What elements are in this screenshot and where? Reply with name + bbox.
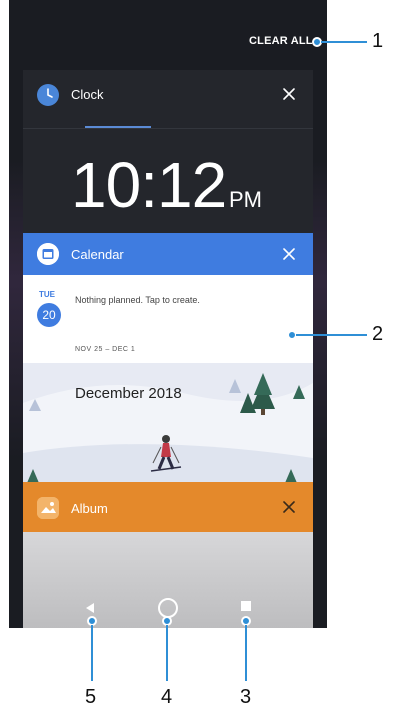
recent-apps-icon[interactable] xyxy=(241,601,251,611)
close-icon[interactable] xyxy=(279,84,299,104)
calendar-nothing-planned[interactable]: Nothing planned. Tap to create. xyxy=(75,295,200,305)
close-icon[interactable] xyxy=(279,244,299,264)
phone-screen: CLEAR ALL Clock 10:12 PM Calendar TUE 20… xyxy=(9,0,327,628)
calendar-card-title: Calendar xyxy=(71,247,124,262)
clock-icon xyxy=(37,84,59,106)
clock-tab-indicator xyxy=(85,126,151,128)
clock-app-card[interactable]: Clock 10:12 PM xyxy=(23,70,313,236)
clear-all-button[interactable]: CLEAR ALL xyxy=(249,35,313,47)
calendar-month-illustration xyxy=(23,363,313,485)
calendar-app-card[interactable]: Calendar TUE 20 Nothing planned. Tap to … xyxy=(23,233,313,485)
calendar-icon xyxy=(37,243,59,265)
clock-tab-divider xyxy=(23,128,313,129)
album-icon xyxy=(37,497,59,519)
calendar-day-name: TUE xyxy=(39,290,55,299)
callout-line-4 xyxy=(166,625,168,681)
album-card-title: Album xyxy=(71,501,108,516)
calendar-date-range: NOV 25 – DEC 1 xyxy=(75,346,136,353)
callout-number-1: 1 xyxy=(372,30,384,52)
calendar-card-header: Calendar xyxy=(23,233,313,275)
album-card-header: Album xyxy=(23,482,313,532)
clock-time: 10:12 xyxy=(71,149,227,221)
calendar-month-title: December 2018 xyxy=(75,385,182,402)
home-icon[interactable] xyxy=(158,598,178,618)
callout-number-2: 2 xyxy=(372,323,384,345)
callout-line-5 xyxy=(91,625,93,681)
clock-card-header: Clock xyxy=(23,70,313,120)
close-icon[interactable] xyxy=(279,497,299,517)
callout-number-3: 3 xyxy=(240,686,252,708)
calendar-day-number: 20 xyxy=(37,303,61,327)
callout-number-5: 5 xyxy=(85,686,97,708)
callout-line-1 xyxy=(321,41,367,43)
clock-ampm: PM xyxy=(229,187,262,212)
clock-card-title: Clock xyxy=(71,87,104,102)
callout-number-4: 4 xyxy=(161,686,173,708)
callout-line-3 xyxy=(245,625,247,681)
callout-line-2 xyxy=(296,334,367,336)
